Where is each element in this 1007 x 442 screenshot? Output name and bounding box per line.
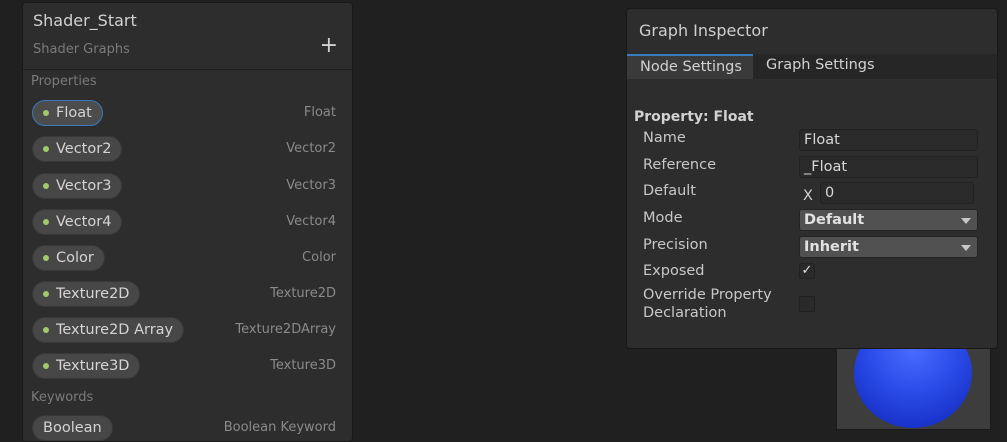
- mode-label: Mode: [643, 210, 683, 226]
- property-row-texture2d-array[interactable]: Texture2D Array Texture2DArray: [23, 316, 352, 344]
- exposed-dot-icon: [43, 146, 49, 152]
- exposed-label: Exposed: [643, 263, 705, 279]
- property-name: Vector3: [56, 178, 112, 194]
- property-type: Vector2: [286, 141, 336, 156]
- blackboard-title: Shader_Start: [33, 11, 137, 30]
- exposed-dot-icon: [43, 327, 49, 333]
- property-type: Color: [302, 250, 336, 265]
- property-pill-vector3[interactable]: Vector3: [32, 173, 123, 199]
- default-label: Default: [643, 183, 696, 199]
- inspector-tabs: Node Settings Graph Settings: [627, 54, 997, 79]
- override-label-line2: Declaration: [643, 305, 727, 321]
- property-row-texture2d[interactable]: Texture2D Texture2D: [23, 280, 352, 308]
- reference-label: Reference: [643, 157, 717, 173]
- property-row-vector4[interactable]: Vector4 Vector4: [23, 208, 352, 236]
- property-pill-texture3d[interactable]: Texture3D: [32, 353, 141, 379]
- reference-field[interactable]: _Float: [799, 156, 978, 178]
- name-label: Name: [643, 130, 686, 146]
- exposed-dot-icon: [43, 255, 49, 261]
- divider: [23, 69, 352, 70]
- property-pill-vector4[interactable]: Vector4: [32, 209, 123, 235]
- keyword-pill-boolean[interactable]: Boolean: [32, 415, 113, 441]
- add-property-button[interactable]: +: [320, 34, 338, 58]
- keywords-section-label: Keywords: [31, 390, 94, 405]
- property-name: Texture2D: [56, 286, 130, 302]
- property-pill-texture2d-array[interactable]: Texture2D Array: [32, 317, 185, 343]
- precision-label: Precision: [643, 237, 708, 253]
- property-name: Texture3D: [56, 358, 130, 374]
- blackboard-subtitle: Shader Graphs: [33, 42, 130, 57]
- property-type: Texture3D: [270, 358, 336, 373]
- chevron-down-icon: [961, 245, 971, 251]
- precision-value: Inherit: [804, 239, 859, 255]
- override-label-line1: Override Property: [643, 287, 772, 303]
- exposed-dot-icon: [43, 291, 49, 297]
- default-axis-label: X: [803, 188, 813, 204]
- exposed-dot-icon: [43, 219, 49, 225]
- property-pill-color[interactable]: Color: [32, 245, 105, 271]
- property-row-vector2[interactable]: Vector2 Vector2: [23, 135, 352, 163]
- mode-value: Default: [804, 212, 865, 228]
- property-heading: Property: Float: [634, 109, 754, 125]
- tab-node-settings[interactable]: Node Settings: [627, 54, 753, 79]
- graph-inspector-panel: Graph Inspector Node Settings Graph Sett…: [626, 8, 998, 349]
- main-preview[interactable]: [836, 340, 991, 430]
- precision-dropdown[interactable]: Inherit: [799, 236, 978, 258]
- property-pill-float[interactable]: Float: [32, 100, 103, 126]
- property-name: Texture2D Array: [56, 322, 174, 338]
- property-row-color[interactable]: Color Color: [23, 244, 352, 272]
- exposed-dot-icon: [43, 363, 49, 369]
- property-name: Color: [56, 250, 94, 266]
- keyword-name: Boolean: [43, 420, 102, 436]
- property-type: Float: [303, 105, 336, 120]
- property-pill-vector2[interactable]: Vector2: [32, 136, 123, 162]
- property-row-vector3[interactable]: Vector3 Vector3: [23, 172, 352, 200]
- name-field[interactable]: Float: [799, 129, 978, 151]
- blackboard-panel: Shader_Start Shader Graphs + Properties …: [22, 2, 353, 442]
- keyword-type: Boolean Keyword: [223, 420, 336, 435]
- preview-sphere: [854, 341, 972, 428]
- property-row-texture3d[interactable]: Texture3D Texture3D: [23, 352, 352, 380]
- inspector-title: Graph Inspector: [639, 21, 768, 40]
- exposed-dot-icon: [43, 183, 49, 189]
- tab-graph-settings[interactable]: Graph Settings: [753, 54, 893, 79]
- mode-dropdown[interactable]: Default: [799, 209, 978, 231]
- property-row-float[interactable]: Float Float: [23, 99, 352, 127]
- properties-section-label: Properties: [31, 74, 97, 89]
- property-pill-texture2d[interactable]: Texture2D: [32, 281, 141, 307]
- property-name: Vector2: [56, 141, 112, 157]
- default-value-field[interactable]: 0: [820, 182, 974, 204]
- exposed-checkbox[interactable]: ✓: [799, 263, 815, 279]
- property-type: Texture2D: [270, 286, 336, 301]
- property-type: Vector3: [286, 178, 336, 193]
- property-name: Float: [56, 105, 92, 121]
- override-declaration-checkbox[interactable]: [799, 296, 815, 312]
- exposed-dot-icon: [43, 110, 49, 116]
- chevron-down-icon: [961, 218, 971, 224]
- property-name: Vector4: [56, 214, 112, 230]
- property-type: Vector4: [286, 214, 336, 229]
- property-type: Texture2DArray: [235, 322, 336, 337]
